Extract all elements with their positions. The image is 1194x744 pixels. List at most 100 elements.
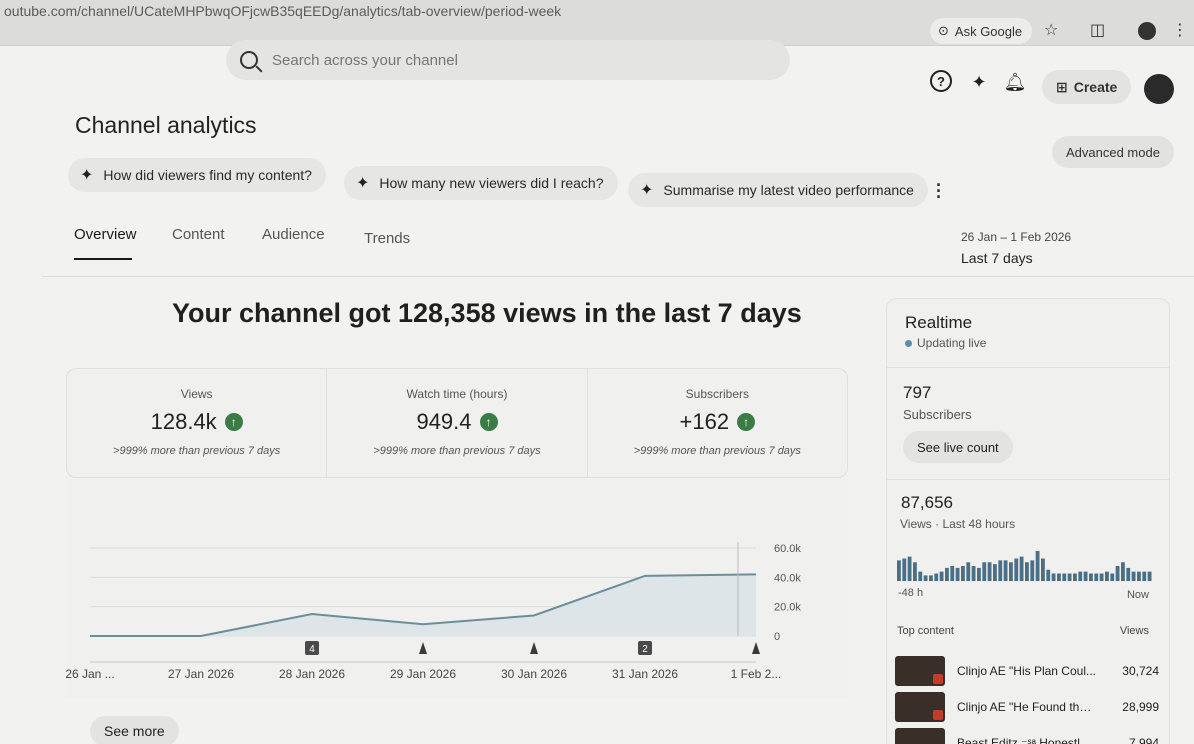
create-button[interactable]: ⊞ Create bbox=[1042, 70, 1132, 104]
kpi-value: 128.4k bbox=[150, 409, 217, 434]
sparkle-icon: ✦ bbox=[640, 182, 654, 199]
video-views: 28,999 bbox=[1122, 700, 1159, 714]
tab-trends[interactable]: Trends bbox=[364, 230, 410, 264]
divider bbox=[887, 479, 1169, 480]
list-item[interactable]: Beast Editz ⁻ˢᵃ Honestly, I... 7,994 bbox=[895, 727, 1159, 744]
advanced-mode-button[interactable]: Advanced mode bbox=[1052, 136, 1174, 168]
hourly-bar bbox=[1062, 573, 1067, 581]
x-tick-label: 27 Jan 2026 bbox=[168, 667, 234, 681]
tab-overview[interactable]: Overview bbox=[74, 226, 137, 260]
marker-label: 2 bbox=[642, 644, 648, 655]
hourly-bar bbox=[998, 560, 1003, 581]
hourly-bar bbox=[993, 564, 997, 581]
live-dot-icon bbox=[905, 339, 912, 347]
date-range-text: 26 Jan – 1 Feb 2026 bbox=[961, 230, 1072, 244]
y-tick-label: 20.0k bbox=[774, 602, 801, 614]
see-live-count-button[interactable]: See live count bbox=[903, 431, 1013, 463]
list-item[interactable]: Clinjo AE "His Plan Coul... 30,724 bbox=[895, 655, 1159, 687]
see-more-button[interactable]: See more bbox=[90, 716, 179, 744]
video-title: Clinjo AE "His Plan Coul... bbox=[957, 664, 1096, 678]
bell-icon[interactable]: 🔔︎ bbox=[1003, 70, 1027, 94]
subscribers-label: Subscribers bbox=[903, 407, 972, 422]
hourly-bar bbox=[1051, 573, 1056, 581]
hourly-bar bbox=[1078, 571, 1083, 581]
shorts-marker-icon bbox=[752, 642, 760, 654]
hourly-bar bbox=[1089, 573, 1093, 581]
lens-icon: ⊙ bbox=[938, 23, 949, 38]
tab-content[interactable]: Content bbox=[172, 226, 225, 260]
profile-icon[interactable] bbox=[1138, 22, 1156, 40]
hourly-bar bbox=[1131, 571, 1136, 581]
list-item[interactable]: Clinjo AE "He Found the ... 28,999 bbox=[895, 691, 1159, 723]
kpi-subscribers[interactable]: Subscribers +162 ↑ >999% more than previo… bbox=[588, 369, 847, 477]
kpi-watch-time[interactable]: Watch time (hours) 949.4 ↑ >999% more tha… bbox=[327, 369, 588, 477]
chip-viewers-find[interactable]: ✦ How did viewers find my content? bbox=[68, 158, 326, 192]
avatar[interactable] bbox=[1144, 74, 1174, 104]
hourly-bar bbox=[923, 575, 928, 581]
more-chips-icon[interactable]: · · · bbox=[936, 176, 942, 206]
hourly-bar bbox=[1121, 562, 1125, 581]
hourly-bar bbox=[1025, 562, 1029, 581]
hourly-bar bbox=[1019, 556, 1024, 581]
realtime-panel: Realtime Updating live 797 Subscribers S… bbox=[886, 298, 1170, 744]
hourly-bar bbox=[902, 558, 907, 581]
x-tick-label: 31 Jan 2026 bbox=[612, 667, 678, 681]
chip-latest-video[interactable]: ✦ Summarise my latest video performance bbox=[628, 173, 928, 207]
kpi-views[interactable]: Views 128.4k ↑ >999% more than previous 7… bbox=[67, 369, 328, 477]
arrow-up-icon: ↑ bbox=[224, 413, 243, 431]
page-title: Channel analytics bbox=[75, 112, 257, 138]
divider bbox=[887, 367, 1169, 368]
realtime-title: Realtime bbox=[905, 313, 973, 332]
video-title: Beast Editz ⁻ˢᵃ Honestly, I... bbox=[957, 736, 1097, 744]
arrow-up-icon: ↑ bbox=[479, 413, 498, 431]
hourly-bar bbox=[1046, 569, 1051, 581]
chip-new-viewers[interactable]: ✦ How many new viewers did I reach? bbox=[344, 166, 618, 200]
kpi-comparison: >999% more than previous 7 days bbox=[113, 445, 281, 457]
hourly-bar bbox=[971, 566, 976, 581]
x-tick-label: 30 Jan 2026 bbox=[501, 667, 567, 681]
period-label: Last 7 days bbox=[961, 250, 1033, 266]
star-icon[interactable]: ☆ bbox=[1044, 20, 1058, 40]
sparkle-icon[interactable]: ✦ bbox=[967, 70, 991, 94]
tabs-divider bbox=[42, 276, 1194, 277]
video-thumbnail bbox=[895, 692, 945, 722]
realtime-subscribers: 797 bbox=[903, 383, 932, 402]
marker-label: 4 bbox=[309, 644, 315, 655]
hourly-bar bbox=[1014, 558, 1019, 581]
browser-menu-icon[interactable]: ⋮ bbox=[1172, 20, 1188, 40]
video-views: 7,994 bbox=[1128, 736, 1159, 744]
views-headline: Your channel got 128,358 views in the la… bbox=[172, 298, 802, 328]
kpi-value-row: +162 ↑ bbox=[588, 409, 847, 435]
hourly-bar bbox=[1147, 571, 1152, 581]
axis-end-label: Now bbox=[1126, 589, 1149, 601]
extensions-icon[interactable]: ◫ bbox=[1090, 20, 1105, 40]
tab-bar: Overview Content Audience Trends bbox=[74, 226, 410, 260]
realtime-views: 87,656 bbox=[901, 493, 953, 512]
tab-audience[interactable]: Audience bbox=[262, 226, 325, 260]
hourly-bar bbox=[934, 573, 939, 581]
x-tick-label: 26 Jan ... bbox=[66, 667, 115, 681]
hourly-bar bbox=[1094, 573, 1099, 581]
address-bar[interactable]: outube.com/channel/UCateMHPbwqOFjcwB35qE… bbox=[4, 3, 561, 19]
kpi-comparison: >999% more than previous 7 days bbox=[633, 445, 801, 457]
kpi-label: Views bbox=[180, 387, 213, 401]
shorts-marker-icon bbox=[419, 642, 427, 654]
sparkle-icon: ✦ bbox=[356, 175, 370, 192]
hourly-bar bbox=[1073, 573, 1077, 581]
ask-google-button[interactable]: ⊙ Ask Google bbox=[930, 18, 1033, 44]
hourly-bar bbox=[1110, 573, 1115, 581]
hourly-bar bbox=[1003, 560, 1008, 581]
kpi-value-row: 128.4k ↑ bbox=[67, 409, 326, 435]
hourly-bar bbox=[1035, 551, 1040, 581]
video-plus-icon: ⊞ bbox=[1056, 78, 1068, 95]
search-box[interactable] bbox=[226, 40, 790, 80]
y-tick-label: 60.0k bbox=[774, 543, 801, 555]
date-range-picker[interactable]: 26 Jan – 1 Feb 2026 Last 7 days bbox=[961, 230, 1071, 266]
kpi-value-row: 949.4 ↑ bbox=[327, 409, 586, 435]
hourly-bar bbox=[1009, 562, 1013, 581]
views-chart: 0 20.0k 40.0k 60.0k 4 2 26 Jan ... 27 Jan 2026 2… bbox=[66, 542, 801, 681]
realtime-bar-chart bbox=[897, 551, 1152, 581]
help-icon[interactable]: ? bbox=[930, 70, 952, 92]
search-input[interactable] bbox=[272, 51, 732, 69]
chip-label: How many new viewers did I reach? bbox=[379, 175, 604, 191]
